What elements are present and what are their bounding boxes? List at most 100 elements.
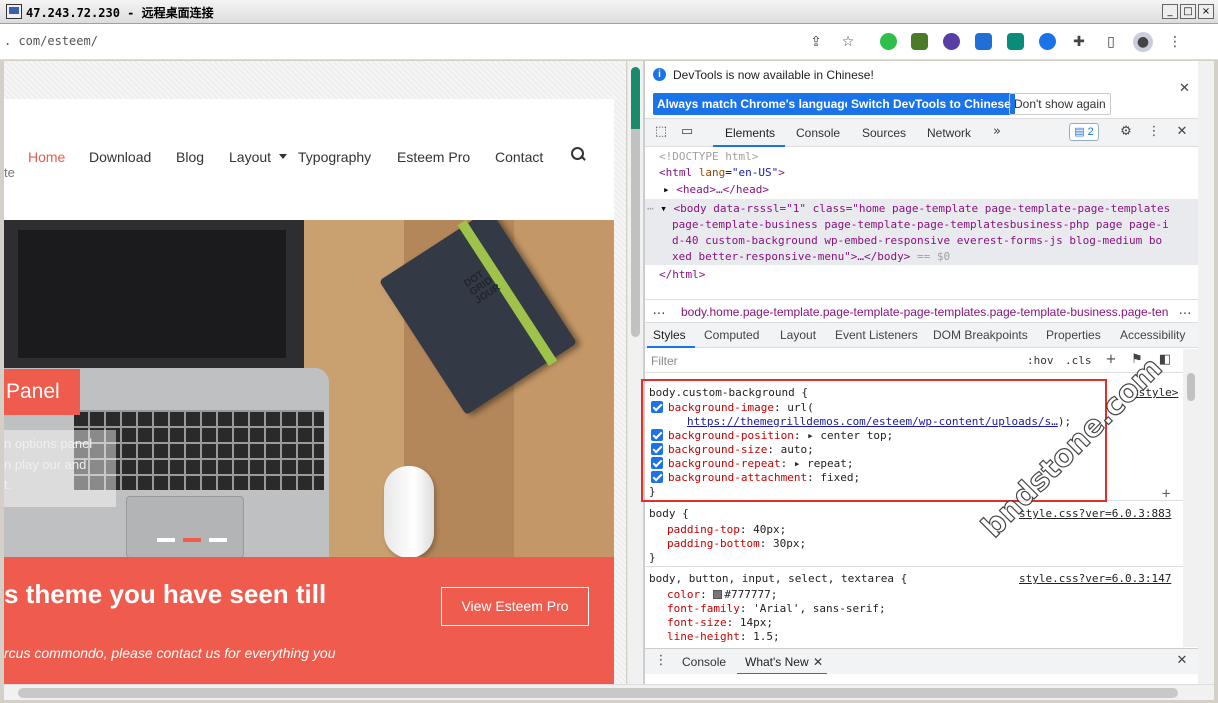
extension-green-icon[interactable] <box>880 33 897 50</box>
window-right-scrollbar[interactable] <box>1198 61 1214 684</box>
breadcrumb: … body.home.page-template.page-template-… <box>645 299 1198 323</box>
nav-esteem-pro[interactable]: Esteem Pro <box>397 149 470 165</box>
styles-filter-input[interactable]: Filter <box>651 354 678 368</box>
slider-dot-2[interactable] <box>183 538 201 542</box>
remote-desktop-titlebar: 47.243.72.230 - 远程桌面连接 _ □ × <box>0 0 1218 24</box>
more-tabs-icon[interactable]: » <box>989 124 1005 140</box>
tab-properties[interactable]: Properties <box>1046 328 1101 342</box>
close-drawer-icon[interactable]: ✕ <box>1174 653 1190 669</box>
drawer-menu-icon[interactable]: ⋮ <box>653 653 669 669</box>
view-esteem-pro-button[interactable]: View Esteem Pro <box>441 587 589 626</box>
page-scrollbar[interactable] <box>627 61 643 684</box>
dom-body-end: xed better-responsive-menu">…</body> == … <box>672 249 950 266</box>
style-declaration[interactable]: color: #777777; <box>667 588 777 602</box>
nav-blog[interactable]: Blog <box>176 149 204 165</box>
tab-elements[interactable]: Elements <box>725 126 775 140</box>
browser-menu-icon[interactable]: ⋮ <box>1165 32 1185 52</box>
style-declaration[interactable]: line-height: 1.5; <box>667 630 780 644</box>
slide-caption-title: Panel <box>4 369 80 415</box>
tab-computed[interactable]: Computed <box>704 328 759 342</box>
close-whats-new-icon[interactable]: ✕ <box>813 655 823 669</box>
style-declaration[interactable]: padding-bottom: 30px; <box>667 537 806 551</box>
website-viewport: Home Download Blog Layout Typography Est… <box>4 61 626 684</box>
browser-toolbar: . com/esteem/ ⇪ ☆ ✚ ▯ ● ⋮ <box>0 24 1218 60</box>
dom-html-close[interactable]: </html> <box>659 267 705 284</box>
dom-body[interactable]: ⋯ ▾ <body data-rsssl="1" class="home pag… <box>647 201 1170 218</box>
dom-body-line: d-40 custom-background wp-embed-responsi… <box>672 234 1163 247</box>
search-icon[interactable] <box>570 146 586 162</box>
color-swatch-icon[interactable] <box>713 590 723 599</box>
address-bar[interactable]: . com/esteem/ <box>4 34 98 48</box>
inspect-element-icon[interactable]: ⬚ <box>653 124 669 140</box>
tab-console[interactable]: Console <box>796 126 840 140</box>
extension-purple-icon[interactable] <box>943 33 960 50</box>
hover-state-toggle[interactable]: :hov <box>1027 354 1054 367</box>
breadcrumb-overflow-icon[interactable]: … <box>1177 303 1193 319</box>
style-declaration[interactable]: padding-top: 40px; <box>667 523 786 537</box>
extension-mail-icon[interactable] <box>975 33 992 50</box>
settings-gear-icon[interactable]: ⚙ <box>1118 124 1134 140</box>
styles-scrollbar[interactable] <box>1183 349 1198 647</box>
window-bottom-scrollbar[interactable] <box>4 684 1214 700</box>
style-declaration[interactable]: font-size: 14px; <box>667 616 773 630</box>
extension-cube-icon[interactable] <box>911 33 928 50</box>
extensions-puzzle-icon[interactable]: ✚ <box>1069 32 1089 52</box>
extension-teal-icon[interactable] <box>1007 33 1024 50</box>
nav-layout-dropdown-icon[interactable] <box>279 154 287 159</box>
nav-typography[interactable]: Typography <box>298 149 371 165</box>
drawer-tab-whats-new[interactable]: What's New <box>745 655 809 669</box>
dont-show-again-button[interactable]: Don't show again <box>1009 93 1111 115</box>
rule-selector[interactable]: body { <box>649 507 689 521</box>
tab-styles[interactable]: Styles <box>653 328 686 342</box>
minimize-button[interactable]: _ <box>1162 4 1178 19</box>
rule-source-link[interactable]: style.css?ver=6.0.3:147 <box>1019 572 1171 586</box>
device-toolbar-icon[interactable]: ▭ <box>679 124 695 140</box>
switch-to-chinese-button[interactable]: Switch DevTools to Chinese <box>847 93 1015 115</box>
rule-separator <box>645 566 1185 567</box>
tab-network[interactable]: Network <box>927 126 971 140</box>
nav-contact[interactable]: Contact <box>495 149 543 165</box>
profile-avatar-icon[interactable]: ● <box>1133 32 1153 52</box>
tab-event-listeners[interactable]: Event Listeners <box>835 328 918 342</box>
slider-dot-3[interactable] <box>209 538 227 542</box>
tab-dom-breakpoints[interactable]: DOM Breakpoints <box>933 328 1028 342</box>
styles-scrollbar-thumb[interactable] <box>1187 373 1195 401</box>
close-window-button[interactable]: × <box>1198 4 1214 19</box>
tab-sources[interactable]: Sources <box>862 126 906 140</box>
class-toggle[interactable]: .cls <box>1065 354 1092 367</box>
tab-layout[interactable]: Layout <box>780 328 816 342</box>
always-match-language-button[interactable]: Always match Chrome's language <box>653 93 856 115</box>
bottom-scrollbar-thumb[interactable] <box>18 688 1178 698</box>
nav-home[interactable]: Home <box>28 149 65 165</box>
style-property: line-height <box>667 630 740 643</box>
laptop-trackpad <box>126 496 244 557</box>
new-rule-icon[interactable]: + <box>1103 352 1119 368</box>
slider-dot-1[interactable] <box>157 538 175 542</box>
style-property: font-family <box>667 602 740 615</box>
site-header: Home Download Blog Layout Typography Est… <box>4 99 614 220</box>
dom-html-open[interactable]: <html lang="en-US"> <box>659 165 785 182</box>
dom-doctype[interactable]: <!DOCTYPE html> <box>659 149 758 166</box>
side-panel-icon[interactable]: ▯ <box>1101 32 1121 52</box>
close-devtools-icon[interactable]: ✕ <box>1174 124 1190 140</box>
dom-head[interactable]: ▸ <head>…</head> <box>663 182 769 199</box>
rule-selector[interactable]: body, button, input, select, textarea { <box>649 572 907 586</box>
maximize-button[interactable]: □ <box>1180 4 1196 19</box>
rule-source-link[interactable]: style.css?ver=6.0.3:883 <box>1019 507 1171 521</box>
add-declaration-icon[interactable]: + <box>1162 487 1170 501</box>
breadcrumb-path[interactable]: body.home.page-template.page-template-pa… <box>681 305 1168 319</box>
style-declaration[interactable]: font-family: 'Arial', sans-serif; <box>667 602 886 616</box>
style-value: 14px; <box>739 616 773 629</box>
styles-tab-indicator <box>647 346 695 348</box>
issues-badge[interactable]: ▤ 2 <box>1069 123 1099 141</box>
extension-blue-icon[interactable] <box>1039 33 1056 50</box>
devtools-menu-icon[interactable]: ⋮ <box>1146 124 1162 140</box>
close-notice-icon[interactable]: ✕ <box>1179 81 1190 96</box>
bookmark-star-icon[interactable]: ☆ <box>838 32 858 52</box>
nav-layout[interactable]: Layout <box>229 149 271 165</box>
share-icon[interactable]: ⇪ <box>806 32 826 52</box>
nav-download[interactable]: Download <box>89 149 151 165</box>
drawer-tab-console[interactable]: Console <box>682 655 726 669</box>
breadcrumb-more-icon[interactable]: … <box>651 303 667 319</box>
tab-accessibility[interactable]: Accessibility <box>1120 328 1185 342</box>
